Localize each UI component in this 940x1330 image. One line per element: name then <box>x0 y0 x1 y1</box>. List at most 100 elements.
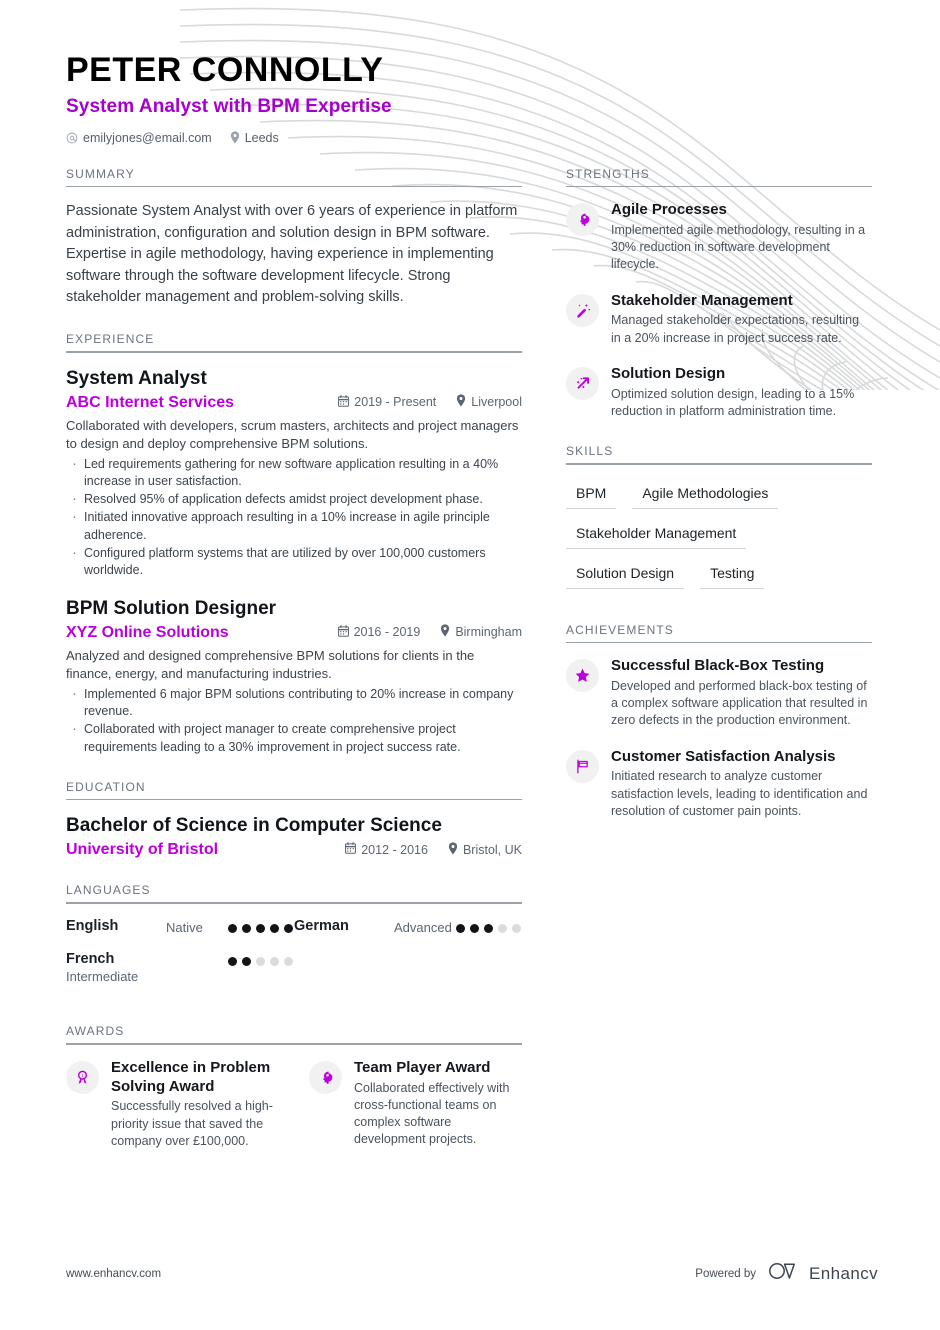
experience-dates-text: 2016 - 2019 <box>353 625 421 640</box>
footer-url[interactable]: www.enhancv.com <box>66 1268 161 1280</box>
resume-page: PETER CONNOLLY System Analyst with BPM E… <box>0 0 940 1330</box>
language-name: German <box>294 917 349 934</box>
skill-tag[interactable]: Stakeholder Management <box>566 519 747 549</box>
icon-card-text: Initiated research to analyze customer s… <box>611 769 868 818</box>
language-dot <box>228 956 237 966</box>
svg-text:1: 1 <box>81 1073 84 1078</box>
resume-content: PETER CONNOLLY System Analyst with BPM E… <box>0 0 940 1330</box>
language-level: Intermediate <box>66 969 139 985</box>
map-pin-icon <box>230 131 240 144</box>
skill-tag[interactable]: Solution Design <box>566 559 685 589</box>
summary-text: Passionate System Analyst with over 6 ye… <box>66 203 518 306</box>
experience-role: System Analyst <box>66 367 207 389</box>
contact-location-text: Leeds <box>244 130 279 145</box>
language-dot <box>284 956 293 966</box>
language-item: French Intermediate <box>66 951 294 984</box>
map-pin-icon <box>456 394 466 410</box>
language-dot <box>456 923 465 933</box>
icon-card: Successful Black-Box Testing Developed a… <box>566 657 872 730</box>
section-skills: SKILLS BPM Agile Methodologies Stakeholder… <box>566 444 872 599</box>
experience-company: ABC Internet Services <box>66 393 235 411</box>
columns: SUMMARY Passionate System Analyst with o… <box>0 145 940 1150</box>
experience-bullet: Resolved 95% of application defects amid… <box>66 489 522 510</box>
achievements-list: Successful Black-Box Testing Developed a… <box>566 643 872 820</box>
language-rating <box>228 951 293 966</box>
icon-card-title: Excellence in Problem Solving Award <box>111 1058 271 1095</box>
section-title-summary: SUMMARY <box>66 166 135 181</box>
section-achievements: ACHIEVEMENTS Successful Black-Box Testin… <box>566 623 872 821</box>
enhancv-brand: Enhancv <box>768 1261 878 1286</box>
icon-card-title: Solution Design <box>611 364 726 382</box>
experience-bullet: Collaborated with project manager to cre… <box>66 719 522 756</box>
education-entry: Bachelor of Science in Computer Science … <box>66 814 522 859</box>
skill-tag[interactable]: Testing <box>700 559 765 589</box>
section-strengths: STRENGTHS Agile Processes Implemented ag… <box>566 167 872 421</box>
education-school: University of Bristol <box>66 841 219 859</box>
page-title: PETER CONNOLLY <box>66 51 384 89</box>
language-dot <box>270 956 279 966</box>
language-dot <box>242 956 251 966</box>
language-level: Advanced <box>394 919 452 935</box>
arrow-trend-icon <box>566 366 599 400</box>
experience-dates: 2016 - 2019 <box>337 625 421 640</box>
icon-card-text: Successfully resolved a high-priority is… <box>111 1099 273 1148</box>
medal-icon: 1 <box>66 1060 99 1094</box>
icon-card-title: Customer Satisfaction Analysis <box>611 747 836 765</box>
education-dates: 2012 - 2016 <box>345 842 428 857</box>
experience-company: XYZ Online Solutions <box>66 623 229 641</box>
language-rating <box>456 918 521 933</box>
contact-email-text: emilyjones@email.com <box>83 130 212 145</box>
icon-card-text: Collaborated effectively with cross-func… <box>354 1080 510 1147</box>
experience-description: Collaborated with developers, scrum mast… <box>66 417 519 451</box>
experience-role: BPM Solution Designer <box>66 598 277 620</box>
experience-location: Birmingham <box>440 624 522 640</box>
magic-wand-icon <box>566 293 599 327</box>
education-location-text: Bristol, UK <box>462 842 522 857</box>
language-name: English <box>66 917 119 934</box>
language-item: German Advanced <box>294 918 522 935</box>
section-title-skills: SKILLS <box>566 444 614 459</box>
at-sign-icon <box>66 132 78 144</box>
language-rating <box>228 918 293 933</box>
icon-card: Agile Processes Implemented agile method… <box>566 201 872 274</box>
section-summary: SUMMARY Passionate System Analyst with o… <box>66 167 522 309</box>
map-pin-icon <box>448 841 458 858</box>
icon-card: 1 Excellence in Problem Solving Award Su… <box>66 1059 279 1150</box>
awards-list: 1 Excellence in Problem Solving Award Su… <box>66 1059 522 1150</box>
enhancv-brand-name: Enhancv <box>809 1263 878 1283</box>
map-pin-icon <box>440 624 450 640</box>
skill-tag[interactable]: BPM <box>566 479 617 509</box>
skill-tag[interactable]: Agile Methodologies <box>632 479 779 509</box>
calendar-icon <box>345 842 357 857</box>
language-dot <box>284 923 293 933</box>
education-dates-text: 2012 - 2016 <box>361 842 428 857</box>
headline: System Analyst with BPM Expertise <box>66 95 392 117</box>
star-icon <box>566 659 599 693</box>
language-dot <box>256 923 265 933</box>
experience-dates: 2019 - Present <box>338 394 436 410</box>
experience-location: Liverpool <box>456 394 522 410</box>
section-title-strengths: STRENGTHS <box>566 166 650 181</box>
strengths-list: Agile Processes Implemented agile method… <box>566 187 872 420</box>
footer-branding: Powered by Enhancv <box>695 1261 878 1286</box>
experience-bullets: Led requirements gathering for new softw… <box>66 454 522 580</box>
icon-card-text: Developed and performed black-box testin… <box>611 678 868 728</box>
section-title-achievements: ACHIEVEMENTS <box>566 622 674 637</box>
language-dot <box>484 923 493 933</box>
powered-by-label: Powered by <box>695 1267 757 1280</box>
icon-card: Solution Design Optimized solution desig… <box>566 365 872 420</box>
section-title-languages: LANGUAGES <box>66 883 151 898</box>
education-degree: Bachelor of Science in Computer Science <box>66 815 442 837</box>
education-location: Bristol, UK <box>448 841 522 858</box>
language-dot <box>256 956 265 966</box>
section-education: EDUCATION Bachelor of Science in Compute… <box>66 780 522 859</box>
section-awards: AWARDS 1 Excellence in Problem Solving A… <box>66 1024 522 1150</box>
language-dot <box>498 923 507 933</box>
contact-email[interactable]: emilyjones@email.com <box>66 131 212 145</box>
icon-card: Team Player Award Collaborated effective… <box>309 1059 522 1150</box>
experience-bullets: Implemented 6 major BPM solutions contri… <box>66 684 522 756</box>
section-title-education: EDUCATION <box>66 779 146 794</box>
experience-description: Analyzed and designed comprehensive BPM … <box>66 647 475 681</box>
contact-row: emilyjones@email.com Leeds <box>66 131 940 145</box>
language-item: English Native <box>66 918 294 935</box>
